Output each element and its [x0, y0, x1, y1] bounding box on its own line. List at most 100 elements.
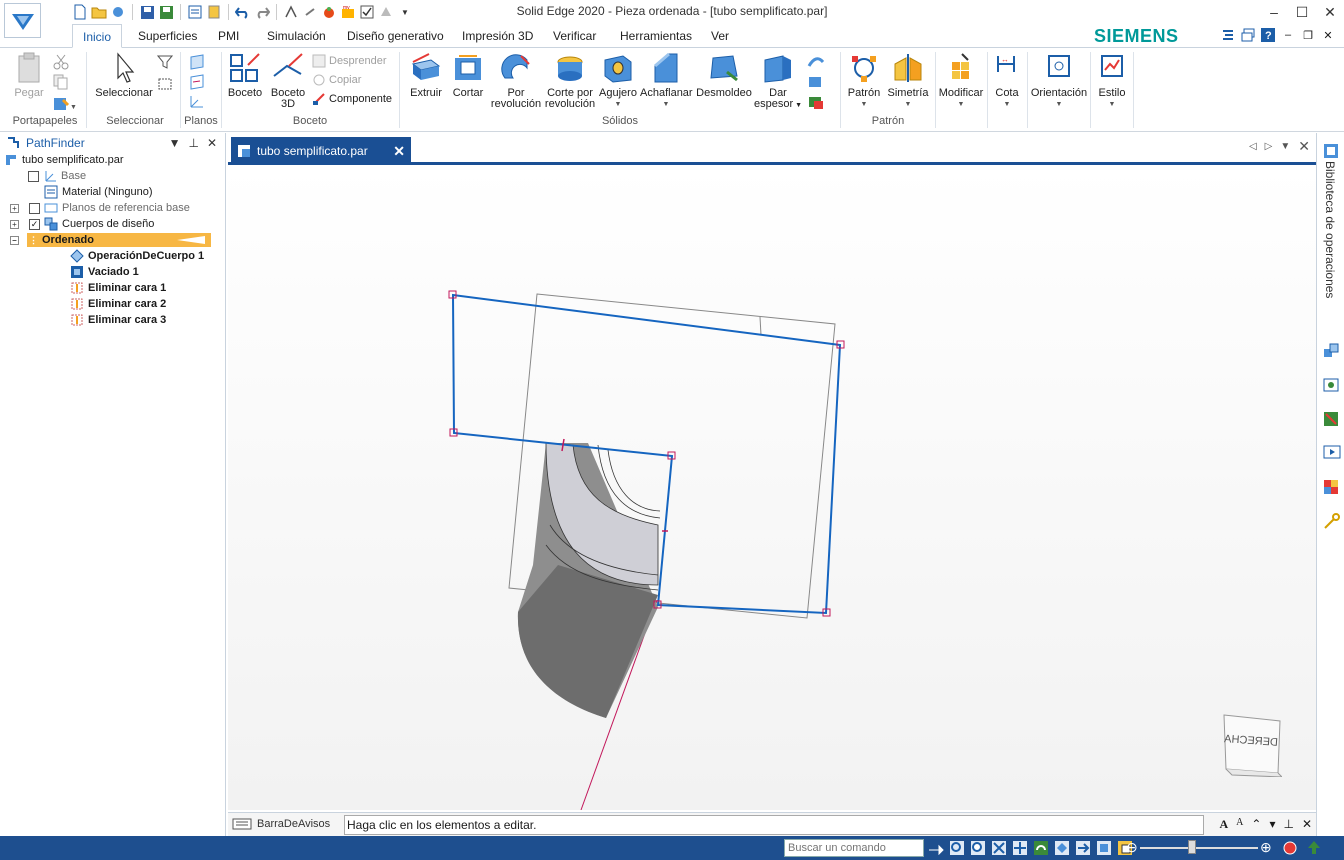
tab-verificar[interactable]: Verificar [549, 24, 600, 48]
check-icon[interactable] [359, 4, 375, 20]
pin-icon[interactable]: ⊥ [188, 136, 198, 150]
add-body-icon[interactable] [806, 94, 826, 113]
sketch-3d-button[interactable]: Boceto 3D [268, 52, 308, 110]
infobar-menu-icon[interactable]: ▾ [1269, 817, 1275, 832]
blend-icon[interactable] [806, 74, 826, 93]
cut-button[interactable]: Cortar [449, 52, 487, 99]
expand-up-icon[interactable]: ⌃ [1251, 817, 1261, 832]
font-decrease-icon[interactable]: A [1236, 817, 1243, 832]
detach-button[interactable]: Desprender [312, 54, 386, 68]
expand-icon[interactable]: + [10, 219, 19, 229]
copy-icon[interactable] [53, 74, 69, 93]
expand-icon[interactable]: + [10, 203, 19, 213]
help-icon[interactable]: ? [1260, 27, 1276, 43]
hole-button[interactable]: Agujero ▼ [598, 52, 638, 110]
redo-icon[interactable] [254, 4, 270, 20]
revolved-cut-button[interactable]: Corte por revolución [544, 52, 596, 110]
tab-prev-icon[interactable]: ◁ [1249, 141, 1257, 155]
maximize-icon[interactable]: ☐ [1288, 0, 1316, 24]
zoom-slider-thumb[interactable] [1188, 840, 1196, 854]
sweep-icon[interactable] [806, 54, 826, 73]
rotate-icon[interactable] [1033, 839, 1049, 856]
mirror-button[interactable]: Simetría ▼ [886, 52, 930, 110]
tree-feature[interactable]: Vaciado 1 [70, 264, 139, 280]
thicken-button[interactable]: Dar espesor ▼ [754, 52, 802, 111]
component-button[interactable]: Componente [312, 92, 392, 106]
copy-sketch-button[interactable]: Copiar [312, 73, 361, 87]
tree-feature[interactable]: OperaciónDeCuerpo 1 [70, 248, 204, 264]
key-icon[interactable] [1323, 513, 1341, 532]
visibility-checkbox[interactable] [29, 202, 40, 214]
feature-library-tab[interactable]: Biblioteca de operaciones [1323, 161, 1337, 298]
command-search-input[interactable] [784, 839, 924, 857]
material-icon[interactable] [321, 4, 337, 20]
zoom-in-icon[interactable]: ⊕ [1260, 839, 1272, 856]
select-button[interactable]: Seleccionar [92, 52, 156, 99]
zoom-icon[interactable] [970, 839, 986, 856]
fit-icon[interactable] [991, 839, 1007, 856]
tree-root[interactable]: tubo semplificato.par [4, 152, 124, 168]
visibility-checkbox-checked[interactable]: ✓ [29, 218, 40, 230]
font-increase-icon[interactable]: A [1219, 817, 1228, 832]
assembly-icon[interactable] [1323, 343, 1341, 362]
minimize-icon[interactable]: – [1260, 0, 1288, 24]
animation-icon[interactable] [1323, 445, 1341, 464]
tab-ver[interactable]: Ver [707, 24, 733, 48]
close-icon[interactable]: ✕ [1316, 0, 1344, 24]
document-tab[interactable]: tubo semplificato.par ✕ [231, 137, 411, 165]
online-icon[interactable] [110, 4, 126, 20]
save-all-icon[interactable] [158, 4, 174, 20]
link-icon[interactable] [302, 4, 318, 20]
properties-icon[interactable] [187, 4, 203, 20]
dimension-button[interactable]: ↔ Cota ▼ [990, 52, 1024, 110]
mv-icon[interactable]: mv [340, 4, 356, 20]
doc-close-icon[interactable]: ✕ [1320, 27, 1336, 43]
zoom-slider-track[interactable] [1140, 847, 1258, 849]
tab-next-icon[interactable]: ▷ [1265, 141, 1273, 155]
customize-icon[interactable]: ▼ [397, 4, 413, 20]
upload-icon[interactable] [1306, 840, 1322, 859]
undo-icon[interactable] [235, 4, 251, 20]
format-painter-icon[interactable]: ▼ [53, 96, 77, 115]
doc-minimize-icon[interactable]: – [1280, 27, 1296, 43]
layout-icon[interactable] [1220, 27, 1236, 43]
report-icon[interactable] [206, 4, 222, 20]
infobar-pin-icon[interactable]: ⊥ [1283, 817, 1293, 832]
open-icon[interactable] [91, 4, 107, 20]
tab-inicio[interactable]: Inicio [72, 24, 122, 48]
pan-icon[interactable] [1012, 839, 1028, 856]
coordinate-system-icon[interactable] [188, 94, 206, 113]
chamfer-button[interactable]: Achaflanar ▼ [640, 52, 693, 110]
panel-menu-icon[interactable]: ▼ [169, 136, 181, 150]
tab-pmi[interactable]: PMI [214, 24, 243, 48]
modify-button[interactable]: Modificar ▼ [938, 52, 984, 110]
color-icon[interactable] [1323, 479, 1341, 498]
feature-library-icon[interactable] [1323, 143, 1339, 162]
view-icon[interactable] [378, 4, 394, 20]
model-view[interactable] [228, 165, 1316, 810]
panel-close-icon[interactable]: ✕ [207, 136, 217, 150]
select-tools-icon[interactable] [157, 76, 173, 95]
tab-list-icon[interactable]: ▼ [1280, 141, 1290, 155]
sketch-button[interactable]: Boceto [226, 52, 264, 99]
new-document-icon[interactable] [72, 4, 88, 20]
tab-superficies[interactable]: Superficies [134, 24, 201, 48]
coincident-plane-icon[interactable] [188, 54, 206, 73]
tab-diseno-generativo[interactable]: Diseño generativo [343, 24, 448, 48]
tree-feature[interactable]: Eliminar cara 1 [70, 280, 166, 296]
tree-item-design-bodies[interactable]: + ✓ Cuerpos de diseño [10, 216, 154, 232]
infobar-close-icon[interactable]: ✕ [1302, 817, 1312, 832]
collapse-icon[interactable]: – [10, 235, 19, 245]
layers-icon[interactable] [1323, 377, 1341, 396]
tab-close-icon[interactable]: ✕ [393, 143, 405, 160]
tree-feature[interactable]: Eliminar cara 2 [70, 296, 166, 312]
pattern-button[interactable]: Patrón ▼ [845, 52, 883, 110]
tree-item-base[interactable]: Base [28, 168, 86, 184]
tree-item-ordered[interactable]: – ⋮ Ordenado [10, 232, 211, 248]
infobar-label[interactable]: BarraDeAvisos [232, 818, 330, 830]
tab-simulacion[interactable]: Simulación [263, 24, 330, 48]
draft-button[interactable]: Desmoldeo [696, 52, 752, 99]
view-orientation-icon[interactable] [1096, 839, 1112, 856]
command-arrow-icon[interactable] [928, 839, 944, 856]
visibility-checkbox[interactable] [28, 170, 39, 182]
